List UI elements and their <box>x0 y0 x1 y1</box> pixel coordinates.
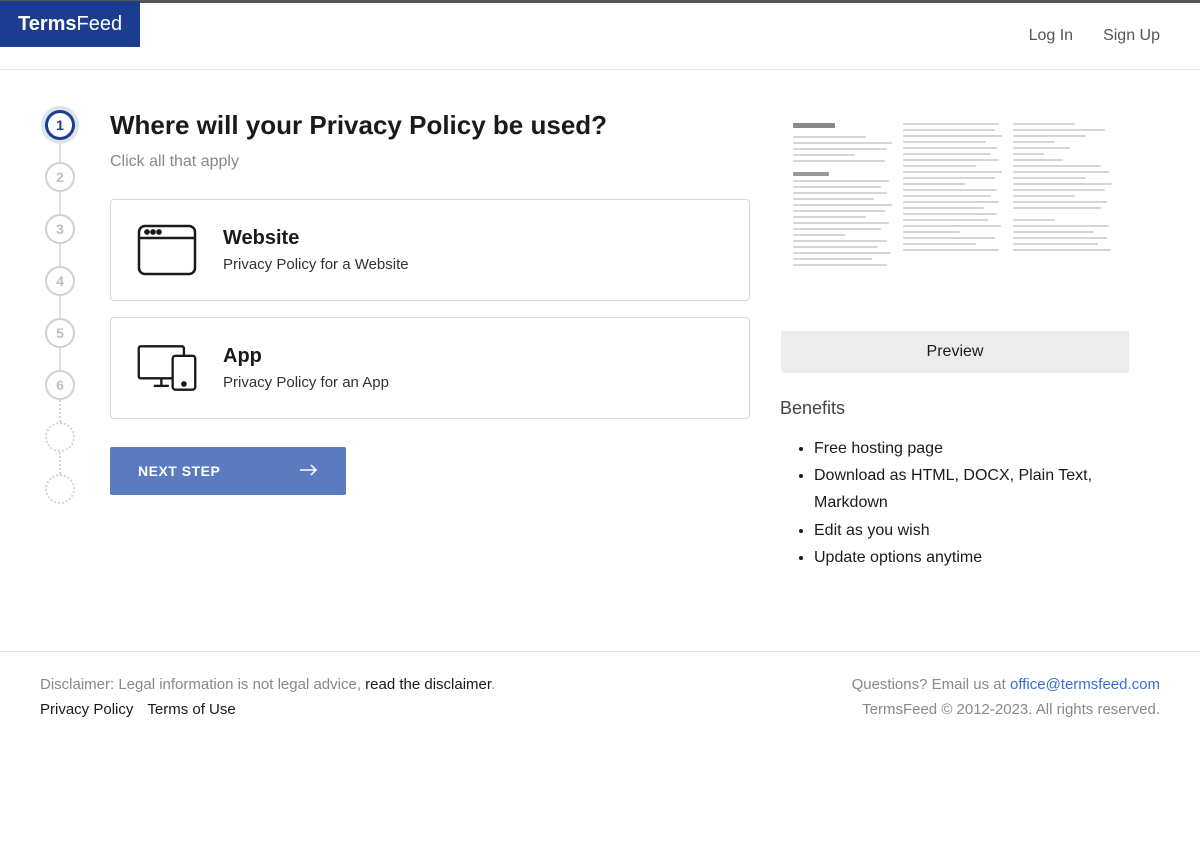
devices-icon <box>135 340 199 396</box>
benefits-title: Benefits <box>780 398 1130 419</box>
benefit-item: Edit as you wish <box>814 517 1130 544</box>
step-6: 6 <box>45 370 75 400</box>
copyright-text: TermsFeed © 2012-2023. All rights reserv… <box>852 701 1160 718</box>
preview-thumbnail <box>781 111 1129 331</box>
step-placeholder <box>45 422 75 452</box>
arrow-right-icon <box>300 463 318 479</box>
option-title: Website <box>223 227 409 250</box>
container: 1 2 3 4 5 6 Where will your Privacy Poli… <box>0 70 1200 651</box>
footer-right: Questions? Email us at office@termsfeed.… <box>852 676 1160 718</box>
questions-text: Questions? Email us at <box>852 676 1010 693</box>
footer-links: Privacy Policy Terms of Use <box>40 701 495 718</box>
terms-of-use-link[interactable]: Terms of Use <box>147 701 235 718</box>
page-title: Where will your Privacy Policy be used? <box>110 110 750 141</box>
step-4: 4 <box>45 266 75 296</box>
contact-email-link[interactable]: office@termsfeed.com <box>1010 676 1160 693</box>
footer-left: Disclaimer: Legal information is not leg… <box>40 676 495 718</box>
step-connector <box>59 348 61 370</box>
preview-button[interactable]: Preview <box>781 331 1129 373</box>
disclaimer-text: Disclaimer: Legal information is not leg… <box>40 676 365 693</box>
logo[interactable]: TermsFeed <box>0 1 140 47</box>
page-subtitle: Click all that apply <box>110 153 750 171</box>
step-3: 3 <box>45 214 75 244</box>
main-panel: Where will your Privacy Policy be used? … <box>110 110 750 571</box>
step-connector <box>59 192 61 214</box>
option-website[interactable]: Website Privacy Policy for a Website <box>110 199 750 301</box>
topbar: TermsFeed Log In Sign Up <box>0 0 1200 70</box>
step-5: 5 <box>45 318 75 348</box>
step-connector <box>59 452 61 474</box>
top-nav: Log In Sign Up <box>1029 27 1160 45</box>
next-step-button[interactable]: NEXT STEP <box>110 447 346 495</box>
browser-icon <box>135 222 199 278</box>
login-link[interactable]: Log In <box>1029 27 1073 45</box>
step-connector <box>59 140 61 162</box>
step-placeholder <box>45 474 75 504</box>
step-connector <box>59 244 61 266</box>
privacy-policy-link[interactable]: Privacy Policy <box>40 701 133 718</box>
benefit-item: Download as HTML, DOCX, Plain Text, Mark… <box>814 462 1130 516</box>
benefit-item: Update options anytime <box>814 544 1130 571</box>
logo-feed: Feed <box>77 13 123 36</box>
option-title: App <box>223 345 389 368</box>
benefit-item: Free hosting page <box>814 435 1130 462</box>
benefits-list: Free hosting page Download as HTML, DOCX… <box>780 435 1130 571</box>
footer: Disclaimer: Legal information is not leg… <box>0 651 1200 758</box>
disclaimer-link[interactable]: read the disclaimer <box>365 676 491 693</box>
step-connector <box>59 400 61 422</box>
step-1[interactable]: 1 <box>45 110 75 140</box>
step-connector <box>59 296 61 318</box>
stepper: 1 2 3 4 5 6 <box>40 110 80 571</box>
option-desc: Privacy Policy for an App <box>223 374 389 391</box>
aside-panel: Preview Benefits Free hosting page Downl… <box>780 110 1130 571</box>
signup-link[interactable]: Sign Up <box>1103 27 1160 45</box>
option-desc: Privacy Policy for a Website <box>223 256 409 273</box>
preview-area: Preview <box>780 110 1130 374</box>
step-2: 2 <box>45 162 75 192</box>
option-app[interactable]: App Privacy Policy for an App <box>110 317 750 419</box>
logo-terms: Terms <box>18 13 77 36</box>
next-step-label: NEXT STEP <box>138 463 220 479</box>
option-text: App Privacy Policy for an App <box>223 345 389 391</box>
option-text: Website Privacy Policy for a Website <box>223 227 409 273</box>
